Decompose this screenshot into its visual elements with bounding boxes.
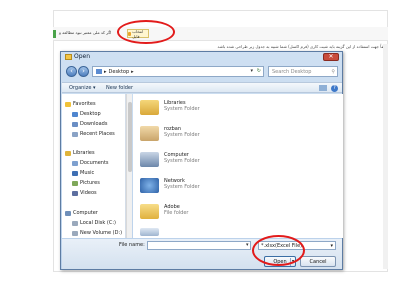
file-list: Libraries System Folder rozban System Fo… <box>133 94 343 238</box>
help-link[interactable]: اگر کد ملی معتبر نبود مطالعه و <box>59 30 111 35</box>
pictures-icon <box>72 180 78 186</box>
nav-item-new-volume[interactable]: New Volume (D:) <box>72 230 122 236</box>
nav-item-label: Downloads <box>80 121 108 127</box>
address-text: Desktop <box>108 68 130 75</box>
nav-item-desktop[interactable]: Desktop <box>72 111 101 117</box>
folder-icon <box>140 228 159 236</box>
highlight-circle-pick-file <box>117 20 175 44</box>
file-type: System Folder <box>164 106 200 112</box>
cancel-button[interactable]: Cancel <box>300 256 336 267</box>
file-name-dropdown-icon[interactable]: ▾ <box>246 242 249 248</box>
disk-icon <box>72 220 78 226</box>
libraries-header[interactable]: Libraries <box>65 150 95 156</box>
open-dialog: Open ✕ ‹ › ▸ Desktop ▸ ▾ ↻ Search Deskto… <box>60 51 343 270</box>
list-item[interactable]: Libraries System Folder <box>140 100 200 115</box>
forward-button[interactable]: › <box>78 66 89 77</box>
nav-item-music[interactable]: Music <box>72 170 94 176</box>
user-folder-icon <box>140 126 159 141</box>
desktop-icon <box>72 111 78 117</box>
nav-item-local-disk[interactable]: Local Disk (C:) <box>72 220 116 226</box>
nav-item-recent-places[interactable]: Recent Places <box>72 131 115 137</box>
refresh-icon[interactable]: ↻ <box>257 68 261 74</box>
close-button[interactable]: ✕ <box>323 53 339 61</box>
search-icon: ⚲ <box>331 68 335 75</box>
desktop-icon <box>96 69 102 74</box>
scrollbar-thumb[interactable] <box>128 102 132 172</box>
folder-icon <box>140 204 159 219</box>
nav-item-label: Music <box>80 170 95 176</box>
nav-item-label: Recent Places <box>80 131 115 137</box>
instructions-text: لطفاً جهت استفاده از این گزینه باید شیت … <box>217 44 388 49</box>
back-button[interactable]: ‹ <box>66 66 77 77</box>
libraries-label: Libraries <box>73 150 95 156</box>
network-icon <box>140 178 159 193</box>
nav-pane-scrollbar[interactable] <box>126 94 132 238</box>
new-folder-button[interactable]: New folder <box>106 85 133 91</box>
chevron-down-icon: ▾ <box>330 242 333 249</box>
nav-item-label: Local Disk (C:) <box>80 220 116 226</box>
star-icon <box>65 101 71 107</box>
nav-item-label: Videos <box>80 190 97 196</box>
computer-header[interactable]: Computer <box>65 210 98 216</box>
status-indicator <box>53 30 56 38</box>
favorites-label: Favorites <box>73 101 96 107</box>
computer-icon <box>65 210 71 216</box>
nav-item-label: Desktop <box>80 111 101 117</box>
file-name-label: File name: <box>119 242 145 248</box>
libraries-icon <box>65 150 71 156</box>
view-options-icon[interactable] <box>319 85 327 91</box>
computer-icon <box>140 152 159 167</box>
nav-item-videos[interactable]: Videos <box>72 190 97 196</box>
list-item[interactable]: Adobe File folder <box>140 204 188 219</box>
address-arrow-icon-2: ▸ <box>131 68 134 75</box>
list-item[interactable]: rozban System Folder <box>140 126 200 141</box>
file-type: System Folder <box>164 184 200 190</box>
nav-item-label: Pictures <box>80 180 100 186</box>
nav-item-documents[interactable]: Documents <box>72 160 109 166</box>
music-icon <box>72 170 78 176</box>
file-type: System Folder <box>164 132 200 138</box>
organize-button[interactable]: Organize ▾ <box>69 85 96 91</box>
search-placeholder: Search Desktop <box>272 68 312 75</box>
highlight-circle-open <box>252 235 305 266</box>
favorites-header[interactable]: Favorites <box>65 101 96 107</box>
navigation-bar: ‹ › ▸ Desktop ▸ ▾ ↻ Search Desktop ⚲ <box>65 64 340 80</box>
address-bar[interactable]: ▸ Desktop ▸ ▾ ↻ <box>92 66 264 77</box>
file-type: System Folder <box>164 158 200 164</box>
recent-places-icon <box>72 131 78 137</box>
downloads-icon <box>72 121 78 127</box>
command-bar: Organize ▾ New folder ? <box>62 82 342 93</box>
page-scrollbar[interactable] <box>383 44 388 269</box>
address-dropdown-icon[interactable]: ▾ <box>250 68 253 74</box>
dialog-titlebar: Open ✕ <box>61 52 342 63</box>
navigation-pane: Favorites Desktop Downloads Recent Place… <box>62 94 126 238</box>
list-item[interactable]: Network System Folder <box>140 178 200 193</box>
search-input[interactable]: Search Desktop ⚲ <box>268 66 338 77</box>
help-icon[interactable]: ? <box>331 85 338 92</box>
file-type: File folder <box>164 210 189 216</box>
nav-item-pictures[interactable]: Pictures <box>72 180 100 186</box>
list-item[interactable]: Computer System Folder <box>140 152 200 167</box>
list-item[interactable] <box>140 228 159 236</box>
disk-icon <box>72 230 78 236</box>
videos-icon <box>72 190 78 196</box>
file-name-input[interactable] <box>147 241 251 250</box>
documents-icon <box>72 160 78 166</box>
folder-icon <box>65 54 72 60</box>
nav-item-label: Documents <box>80 160 109 166</box>
dialog-title: Open <box>74 53 91 60</box>
address-arrow-icon: ▸ <box>104 68 107 75</box>
libraries-icon <box>140 100 159 115</box>
computer-label: Computer <box>73 210 98 216</box>
nav-item-downloads[interactable]: Downloads <box>72 121 107 127</box>
nav-item-label: New Volume (D:) <box>80 230 123 236</box>
